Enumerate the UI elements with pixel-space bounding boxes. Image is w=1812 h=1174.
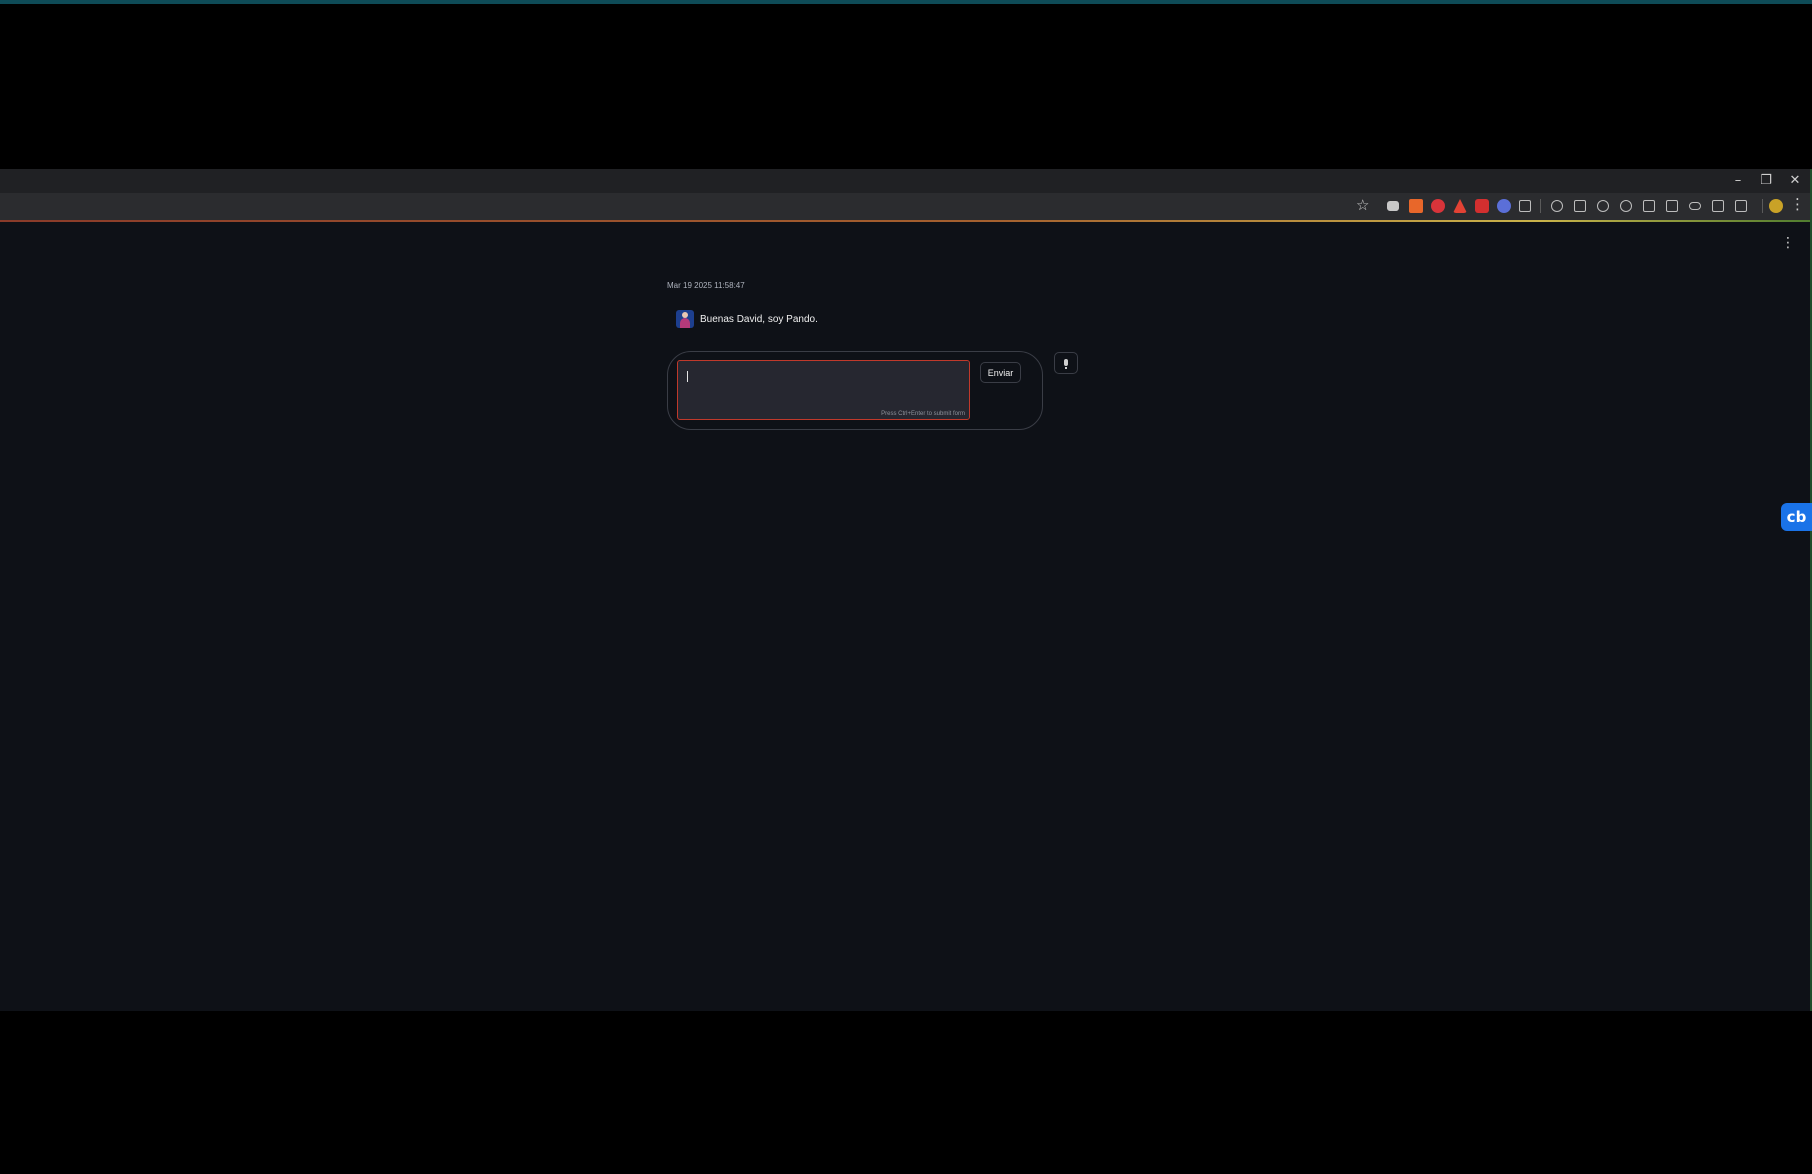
history-icon[interactable]	[1597, 200, 1609, 212]
profile-avatar-icon[interactable]	[1769, 199, 1783, 213]
sync-icon[interactable]	[1620, 200, 1632, 212]
page-load-bar	[0, 220, 1812, 222]
microphone-icon	[1064, 359, 1068, 369]
sidebar-icon[interactable]	[1712, 200, 1724, 212]
side-badge-button[interactable]: cb	[1781, 503, 1812, 531]
desktop-top-strip	[0, 0, 1812, 4]
screenshot-icon[interactable]	[1735, 200, 1747, 212]
chat-input[interactable]: Press Ctrl+Enter to submit form	[677, 360, 970, 420]
toolbar-separator	[1540, 199, 1541, 213]
chat-message: Buenas David, soy Pando.	[676, 310, 818, 328]
assistant-avatar	[676, 310, 694, 328]
text-cursor	[687, 371, 688, 382]
browser-titlebar: – ❐ ✕	[0, 169, 1812, 193]
link-icon[interactable]	[1689, 202, 1701, 210]
extension-puzzle-icon[interactable]	[1519, 200, 1531, 212]
close-button[interactable]: ✕	[1783, 172, 1807, 190]
minimize-button[interactable]: –	[1726, 172, 1750, 190]
extension-orange-icon[interactable]	[1409, 199, 1423, 213]
translate-icon[interactable]	[1643, 200, 1655, 212]
send-button[interactable]: Enviar	[980, 362, 1021, 383]
microphone-button[interactable]	[1054, 352, 1078, 374]
restore-button[interactable]: ❐	[1754, 172, 1778, 190]
submit-hint: Press Ctrl+Enter to submit form	[881, 411, 965, 417]
grid-icon[interactable]	[1666, 200, 1678, 212]
extension-red-square-icon[interactable]	[1475, 199, 1489, 213]
message-text: Buenas David, soy Pando.	[700, 313, 818, 325]
extension-gray-icon[interactable]	[1387, 201, 1399, 211]
bookmark-star-icon[interactable]: ☆	[1356, 196, 1369, 214]
browser-window: – ❐ ✕ ☆ ⋮ ⋮ Mar 19 2025 11:58:47 Buenas …	[0, 169, 1812, 1011]
extension-red-circle-icon[interactable]	[1431, 199, 1445, 213]
message-timestamp: Mar 19 2025 11:58:47	[667, 281, 745, 290]
app-menu-icon[interactable]: ⋮	[1781, 235, 1795, 251]
key-icon[interactable]	[1551, 200, 1563, 212]
browser-menu-icon[interactable]: ⋮	[1790, 195, 1805, 213]
extension-blue-globe-icon[interactable]	[1497, 199, 1511, 213]
card-icon[interactable]	[1574, 200, 1586, 212]
toolbar-separator	[1762, 199, 1763, 213]
